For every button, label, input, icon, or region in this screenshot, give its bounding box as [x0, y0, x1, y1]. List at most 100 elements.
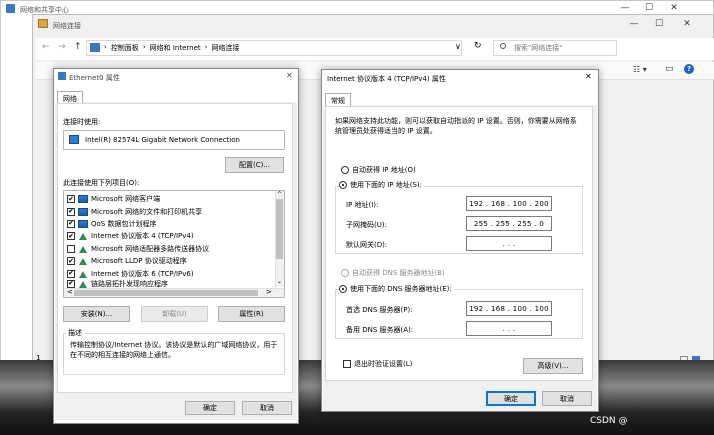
protocol-icon	[78, 280, 88, 288]
subnet-mask-label: 子网掩码(U):	[346, 221, 387, 229]
manual-dns-label: 使用下面的 DNS 服务器地址(E):	[350, 285, 452, 293]
list-item[interactable]: ✔ Microsoft LLDP 协议驱动程序	[67, 255, 273, 267]
ipv4-close-icon[interactable]: ✕	[585, 72, 592, 81]
breadcrumb-network-connections[interactable]: 网络连接	[211, 43, 239, 53]
ipv4-ok-button[interactable]: 确定	[486, 391, 536, 406]
item-label: 链路层拓扑发现响应程序	[91, 279, 168, 288]
item-checkbox[interactable]: ✔	[67, 195, 75, 204]
auto-dns-option[interactable]: 自动获得 DNS 服务器地址(B)	[341, 268, 445, 278]
help-icon[interactable]: ?	[684, 64, 694, 74]
scroll-down-icon[interactable]: ⌄	[277, 278, 282, 285]
auto-ip-radio[interactable]	[341, 166, 349, 174]
connect-using-label: 连接时使用:	[63, 118, 101, 126]
back-minimize-button[interactable]: —	[616, 3, 634, 13]
scroll-right-icon[interactable]: >	[266, 288, 272, 296]
service-icon	[78, 207, 88, 216]
preferred-dns-field[interactable]: 192 . 168 . 100 . 100	[466, 301, 552, 316]
item-checkbox[interactable]: ✔	[67, 279, 75, 288]
auto-ip-option[interactable]: 自动获得 IP 地址(O)	[341, 165, 416, 175]
advanced-button[interactable]: 高级(V)...	[523, 358, 583, 374]
front-close-button[interactable]: ✕	[678, 19, 696, 29]
item-checkbox[interactable]	[67, 244, 75, 253]
ipv4-intro-text: 如果网络支持此功能，则可以获取自动指派的 IP 设置。否则，你需要从网络系统管理…	[335, 117, 577, 135]
ipv4-dialog-title: Internet 协议版本 4 (TCP/IPv4) 属性	[327, 75, 446, 83]
control-panel-icon	[90, 43, 100, 52]
eth-close-icon[interactable]: ✕	[286, 71, 293, 80]
ip-address-field[interactable]: 192 . 168 . 100 . 200	[466, 196, 552, 211]
description-text: 传输控制协议/Internet 协议。该协议是默认的广域网络协议，用于在不同的相…	[70, 341, 278, 359]
item-label: Internet 协议版本 4 (TCP/IPv4)	[91, 232, 194, 241]
preferred-dns-label: 首选 DNS 服务器(P):	[346, 306, 413, 314]
gateway-label: 默认网关(D):	[346, 241, 388, 249]
gateway-field[interactable]: . . .	[466, 236, 552, 251]
alternate-dns-field[interactable]: . . .	[466, 321, 552, 336]
breadcrumb-sep: ›	[104, 43, 107, 51]
back-maximize-button[interactable]: ☐	[640, 3, 658, 13]
item-checkbox[interactable]: ✔	[67, 257, 75, 266]
breadcrumb-sep: ›	[142, 43, 146, 51]
item-label: Microsoft 网络适配器多路传送器协议	[91, 244, 210, 253]
install-button[interactable]: 安装(N)...	[63, 306, 130, 322]
manual-ip-option[interactable]: 使用下面的 IP 地址(S):	[339, 180, 424, 190]
items-rows: ✔ Microsoft 网络客户端 ✔ Microsoft 网络的文件和打印机共…	[67, 193, 273, 288]
list-item[interactable]: ✔ QoS 数据包计划程序	[67, 218, 273, 230]
items-label: 此连接使用下列项目(O):	[63, 179, 140, 187]
adapter-name: Intel(R) 82574L Gigabit Network Connecti…	[85, 136, 240, 144]
item-checkbox[interactable]: ✔	[67, 269, 75, 278]
network-adapter-icon	[69, 135, 79, 144]
item-checkbox[interactable]: ✔	[67, 232, 75, 241]
forward-arrow-icon[interactable]: →	[58, 42, 66, 52]
h-scrollbar-thumb[interactable]	[74, 290, 258, 296]
manual-ip-radio[interactable]	[339, 181, 347, 189]
view-options-icon[interactable]: ☷ ▾	[633, 65, 647, 74]
scroll-up-icon[interactable]: ^	[277, 191, 282, 198]
back-arrow-icon[interactable]: ←	[42, 42, 50, 52]
manual-dns-option[interactable]: 使用下面的 DNS 服务器地址(E):	[339, 284, 454, 294]
protocol-icon	[78, 257, 88, 266]
configure-button[interactable]: 配置(C)...	[225, 157, 284, 173]
front-minimize-button[interactable]: —	[625, 19, 643, 29]
validate-label: 退出时验证设置(L)	[354, 360, 413, 368]
list-item[interactable]: ✔ 链路层拓扑发现响应程序	[67, 279, 273, 288]
item-checkbox[interactable]: ✔	[67, 207, 75, 216]
uninstall-button[interactable]: 卸载(U)	[141, 306, 208, 322]
chevron-down-icon[interactable]: ∨	[455, 42, 461, 51]
scroll-left-icon[interactable]: <	[67, 288, 73, 296]
breadcrumb-network-internet[interactable]: 网络和 Internet	[150, 43, 201, 53]
properties-button[interactable]: 属性(R)	[218, 306, 285, 322]
validate-checkbox[interactable]	[343, 360, 351, 368]
list-item[interactable]: ✔ Microsoft 网络客户端	[67, 193, 273, 205]
protocol-icon	[78, 232, 88, 241]
ipv4-cancel-button[interactable]: 取消	[542, 391, 592, 406]
eth-dialog-title: Ethernet0 属性	[69, 74, 120, 82]
item-label: Microsoft 网络客户端	[91, 195, 161, 204]
breadcrumb-control-panel[interactable]: 控制面板	[111, 43, 139, 53]
preview-pane-icon[interactable]: ▭	[665, 64, 674, 74]
refresh-icon[interactable]: ↻	[474, 41, 482, 51]
validate-option[interactable]: 退出时验证设置(L)	[343, 359, 412, 369]
up-arrow-icon[interactable]: ↑	[74, 42, 82, 52]
manual-dns-radio[interactable]	[339, 285, 347, 293]
watermark: CSDN @	[590, 416, 628, 426]
breadcrumb-path: › 控制面板 › 网络和 Internet › 网络连接	[104, 43, 239, 53]
list-item[interactable]: ✔ Internet 协议版本 4 (TCP/IPv4)	[67, 230, 273, 242]
list-item[interactable]: Microsoft 网络适配器多路传送器协议	[67, 243, 273, 255]
eth-cancel-button[interactable]: 取消	[242, 401, 292, 415]
manual-ip-label: 使用下面的 IP 地址(S):	[350, 181, 422, 189]
service-icon	[78, 219, 88, 228]
list-item[interactable]: ✔ Microsoft 网络的文件和打印机共享	[67, 205, 273, 217]
ip-address-label: IP 地址(I):	[346, 201, 379, 209]
search-placeholder: 搜索"网络连接"	[514, 44, 563, 52]
item-label: Microsoft 网络的文件和打印机共享	[91, 207, 203, 216]
auto-dns-radio[interactable]	[341, 269, 349, 277]
eth-ok-button[interactable]: 确定	[185, 401, 235, 415]
back-close-button[interactable]: ✕	[665, 3, 683, 13]
list-item[interactable]: ✔ Internet 协议版本 6 (TCP/IPv6)	[67, 267, 273, 279]
protocol-icon	[78, 270, 88, 278]
subnet-mask-field[interactable]: 255 . 255 . 255 . 0	[466, 216, 552, 231]
scrollbar-thumb[interactable]	[276, 199, 283, 259]
item-checkbox[interactable]: ✔	[67, 219, 75, 228]
front-maximize-button[interactable]: ☐	[650, 19, 668, 29]
network-connections-icon	[38, 19, 48, 28]
client-icon	[78, 195, 88, 204]
